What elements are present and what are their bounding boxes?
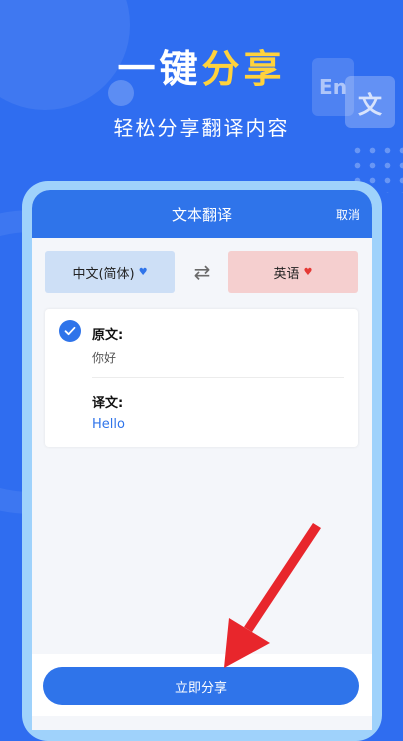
promo-headline: 一键分享 bbox=[0, 38, 403, 93]
swap-languages-icon[interactable]: ⇄ bbox=[187, 259, 217, 285]
app-header: 文本翻译 取消 bbox=[32, 190, 372, 238]
check-icon[interactable] bbox=[59, 320, 81, 342]
translated-text-label: 译文: bbox=[92, 396, 124, 411]
app-title: 文本翻译 bbox=[171, 206, 232, 224]
cancel-button[interactable]: 取消 bbox=[336, 206, 360, 223]
headline-part-white: 一键 bbox=[117, 47, 202, 91]
heart-icon: ♥ bbox=[138, 266, 148, 278]
source-text: 你好 bbox=[92, 351, 117, 365]
target-language-label: 英语 bbox=[273, 266, 300, 282]
heart-icon: ♥ bbox=[303, 266, 313, 278]
headline-part-yellow: 分享 bbox=[201, 47, 286, 91]
promo-subheadline: 轻松分享翻译内容 bbox=[113, 116, 290, 140]
divider bbox=[92, 377, 344, 378]
share-now-button[interactable]: 立即分享 bbox=[43, 667, 359, 705]
source-language-button[interactable]: 中文(简体) ♥ bbox=[45, 251, 175, 293]
source-text-label: 原文: bbox=[92, 328, 124, 343]
app-screen: 文本翻译 取消 中文(简体) ♥ ⇄ 英语 ♥ 原文: 你好 译文: Hello bbox=[32, 190, 372, 730]
language-selector-row: 中文(简体) ♥ ⇄ 英语 ♥ bbox=[45, 251, 358, 293]
translation-result-card: 原文: 你好 译文: Hello bbox=[45, 309, 358, 447]
source-language-label: 中文(简体) bbox=[72, 266, 135, 282]
translated-text: Hello bbox=[92, 417, 125, 432]
target-language-button[interactable]: 英语 ♥ bbox=[228, 251, 358, 293]
